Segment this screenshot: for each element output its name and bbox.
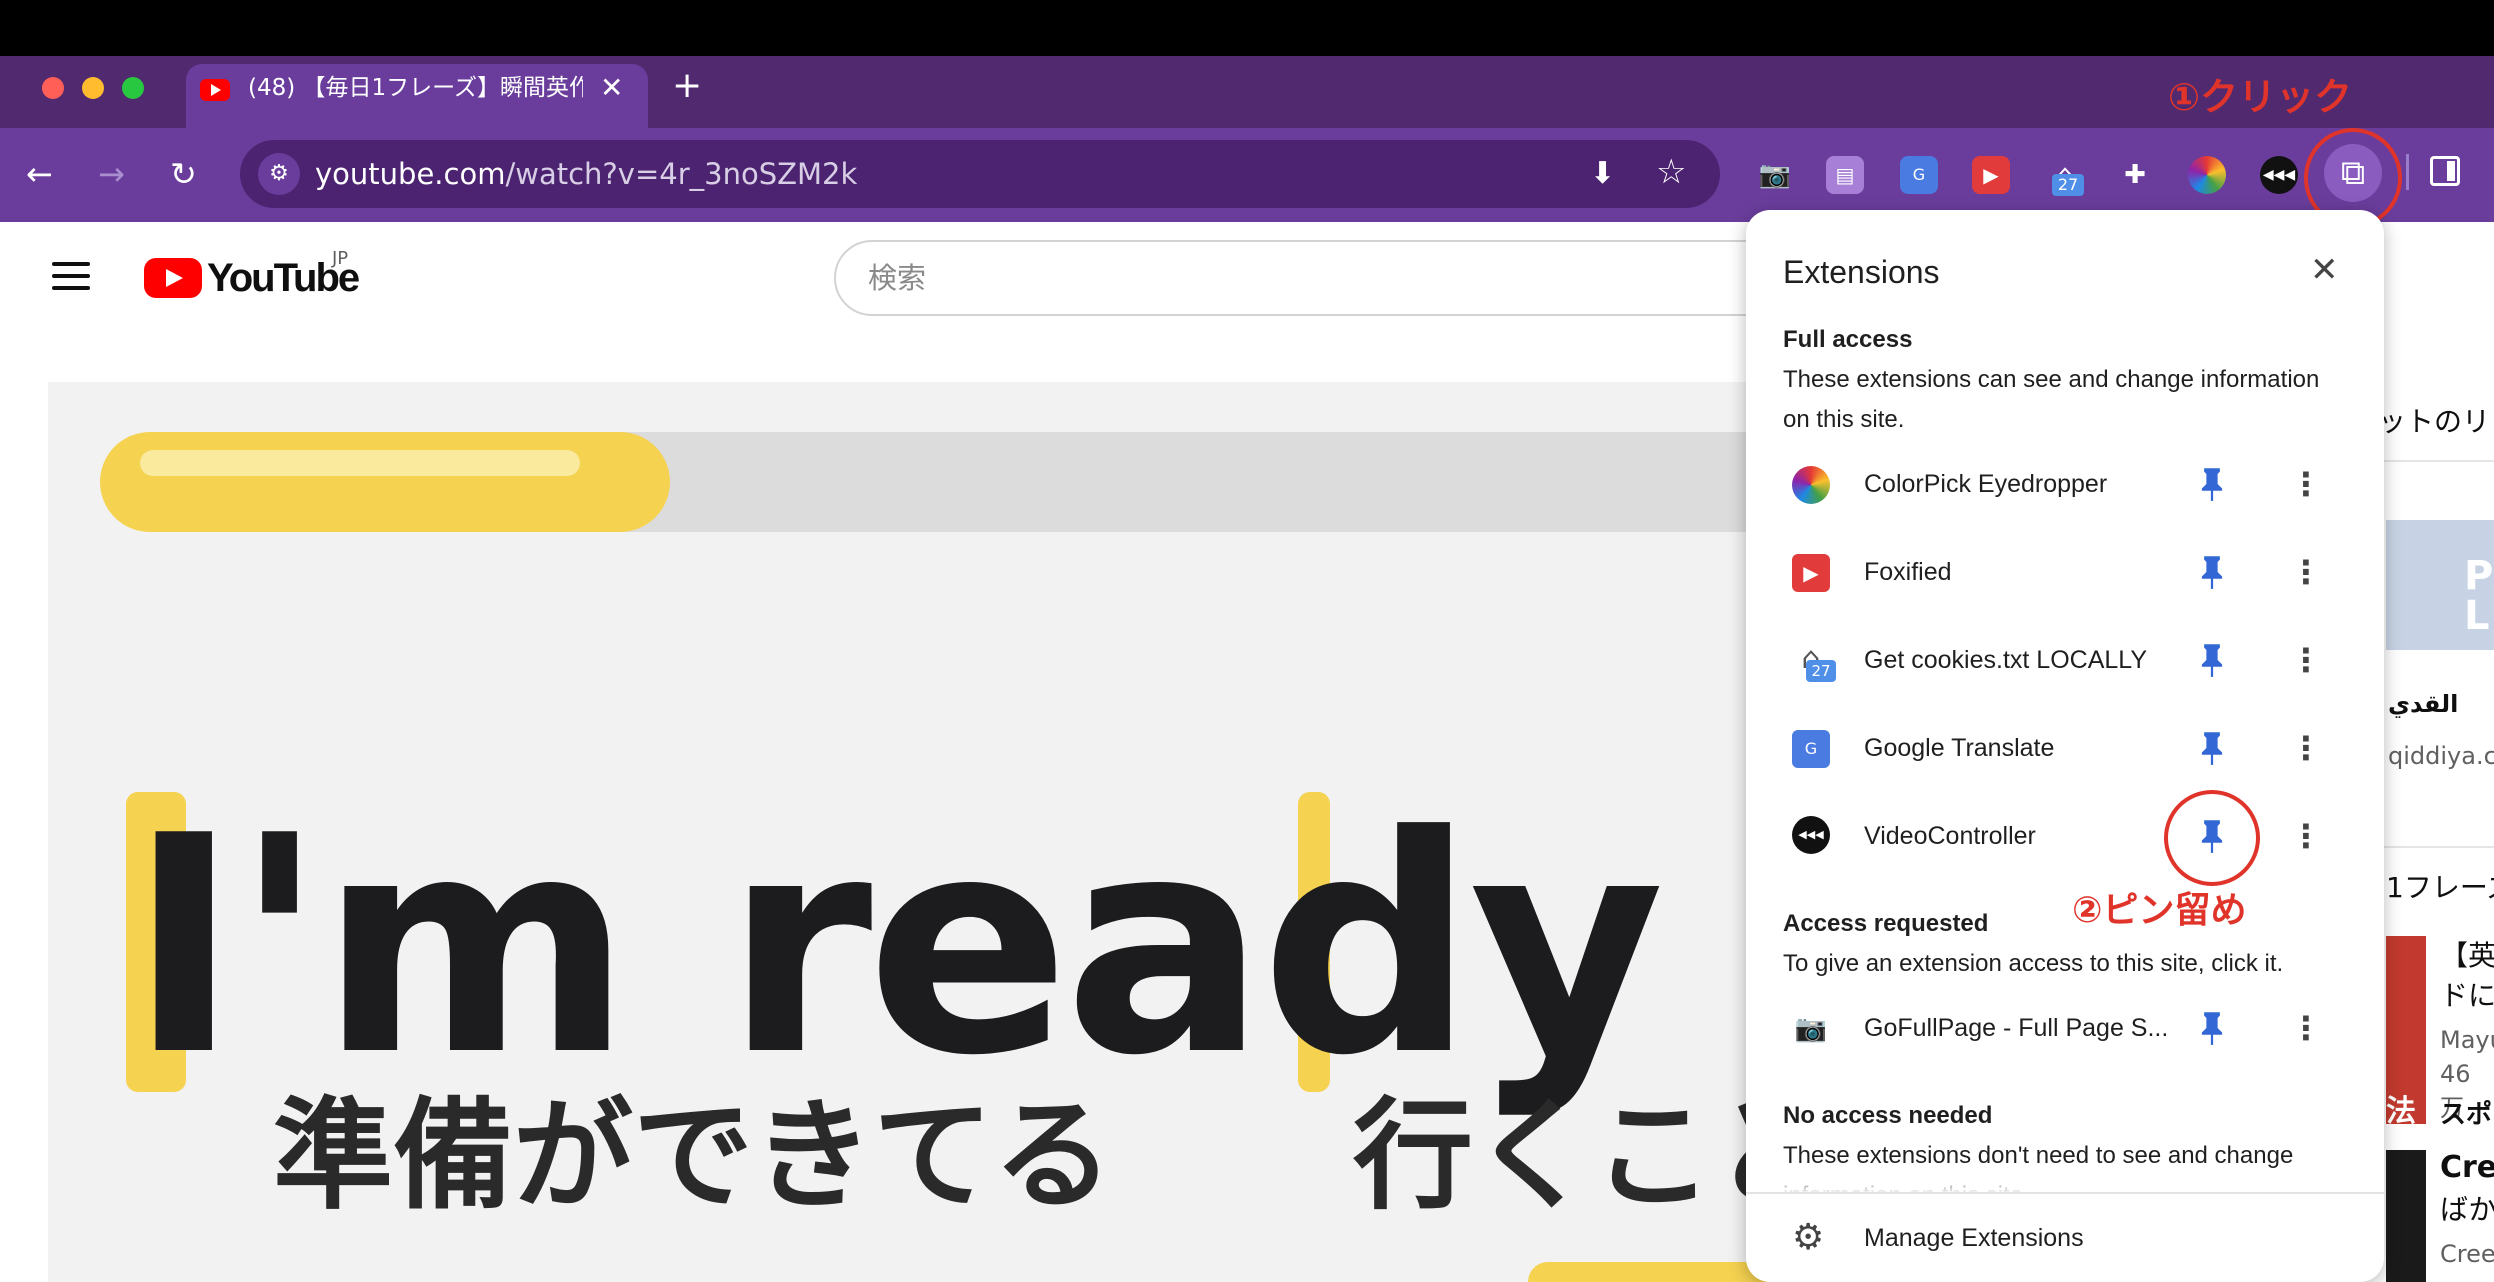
forward-button[interactable]: → — [98, 154, 125, 194]
tab-title: (48) 【毎日1フレーズ】瞬間英作文 — [248, 75, 583, 101]
side-panel-icon[interactable] — [2430, 156, 2460, 186]
sidebar-playlist-heading: 1フレーズ — [2386, 871, 2494, 904]
search-placeholder: 検索 — [868, 261, 927, 295]
videocontroller-icon[interactable]: ◀◀◀ — [2260, 156, 2298, 194]
extension-name[interactable]: VideoController — [1864, 818, 2036, 854]
search-input[interactable] — [834, 240, 1754, 316]
region-code: JP — [332, 248, 349, 269]
youtube-logo-icon[interactable] — [144, 258, 202, 298]
scroll-fade — [1746, 1170, 2384, 1194]
pin-icon[interactable] — [2198, 554, 2226, 590]
sidebar-divider — [2384, 846, 2494, 848]
access-requested-heading: Access requested — [1783, 910, 1989, 937]
video-player[interactable]: I'm ready to g 準備ができてる 行くこと — [48, 382, 1788, 1282]
foxified-icon[interactable]: ▶ — [1972, 156, 2010, 194]
video-english-caption: I'm ready to g — [128, 772, 1788, 1121]
related-video-title[interactable]: Cree — [2440, 1150, 2494, 1185]
gear-icon[interactable]: ⚙ — [1792, 1218, 1824, 1258]
thumbnail-caption: 法 — [2386, 1094, 2416, 1129]
sidebar-divider — [2384, 460, 2494, 462]
ad-title[interactable]: القدي — [2388, 690, 2458, 718]
extension-name[interactable]: GoFullPage - Full Page S... — [1864, 1010, 2168, 1046]
pin-icon[interactable] — [2198, 1010, 2226, 1046]
access-requested-description: To give an extension access to this site… — [1783, 950, 2284, 977]
video-thumbnail[interactable] — [2386, 1150, 2426, 1282]
more-options-icon[interactable]: ⋮ — [2290, 554, 2322, 590]
colorpick-icon[interactable] — [2188, 156, 2226, 194]
more-options-icon[interactable]: ⋮ — [2290, 818, 2322, 854]
videocontroller-icon: ◀◀◀ — [1792, 816, 1830, 854]
extension-name[interactable]: ColorPick Eyedropper — [1864, 466, 2107, 502]
extension-name[interactable]: Foxified — [1864, 554, 1952, 590]
window-zoom-button[interactable] — [122, 77, 144, 99]
site-info-icon[interactable]: ⚙ — [258, 153, 300, 195]
extension-name[interactable]: Google Translate — [1864, 730, 2054, 766]
full-access-description: These extensions can see and change info… — [1783, 366, 2320, 433]
more-options-icon[interactable]: ⋮ — [2290, 466, 2322, 502]
related-video-channel: Mayu — [2440, 1026, 2494, 1054]
youtube-favicon-icon — [200, 79, 230, 101]
bookmark-star-icon[interactable]: ☆ — [1656, 152, 1686, 192]
footer-divider — [1746, 1192, 2384, 1194]
extensions-menu-title: Extensions — [1783, 254, 1940, 290]
no-access-heading: No access needed — [1783, 1102, 1993, 1129]
back-button[interactable]: ← — [26, 154, 53, 194]
video-japanese-caption-left: 準備ができてる — [273, 1087, 1113, 1226]
new-tab-button[interactable]: + — [672, 66, 702, 106]
google-translate-icon[interactable]: G — [1900, 156, 1938, 194]
google-translate-icon: G — [1792, 730, 1830, 768]
more-options-icon[interactable]: ⋮ — [2290, 730, 2322, 766]
video-japanese-caption-right: 行くこと — [1353, 1087, 1788, 1226]
related-video-badge: スポ — [2440, 1100, 2493, 1130]
colorpick-icon — [1792, 466, 1830, 504]
sidebar-chip[interactable]: ットのリ — [2378, 400, 2490, 440]
install-app-icon[interactable]: ⬇ — [1590, 156, 1615, 192]
more-options-icon[interactable]: ⋮ — [2290, 642, 2322, 678]
related-video-title[interactable]: 【英 ドに — [2440, 936, 2494, 1016]
screenshot-tool-icon[interactable]: ▤ — [1826, 156, 1864, 194]
menu-icon[interactable] — [52, 262, 90, 290]
gofullpage-camera-icon[interactable]: 📷 — [1756, 156, 1794, 194]
tab-close-icon[interactable]: ✕ — [600, 68, 623, 108]
window-minimize-button[interactable] — [82, 77, 104, 99]
close-icon[interactable]: ✕ — [2310, 248, 2339, 292]
annotation-circle-pin — [2164, 790, 2260, 886]
manage-extensions-button[interactable]: Manage Extensions — [1864, 1220, 2084, 1256]
extension-badge: 27 — [2052, 174, 2084, 196]
reload-button[interactable]: ↻ — [170, 154, 197, 194]
toolbar-divider — [2406, 154, 2409, 190]
foxified-icon: ▶ — [1792, 554, 1830, 592]
more-options-icon[interactable]: ⋮ — [2290, 1010, 2322, 1046]
extension-name[interactable]: Get cookies.txt LOCALLY — [1864, 642, 2147, 678]
related-video-channel: Creep — [2440, 1240, 2494, 1268]
full-access-heading: Full access — [1783, 326, 1913, 353]
related-video-subtitle: ばか — [2440, 1193, 2494, 1226]
annotation-step2-label: ②ピン留め — [2072, 890, 2247, 931]
video-graphic-pill — [100, 432, 670, 532]
sparkle-extension-icon[interactable]: ✚ — [2116, 156, 2154, 194]
extension-badge: 27 — [1806, 660, 1836, 682]
window-close-button[interactable] — [42, 77, 64, 99]
ad-thumbnail-text: P L — [2464, 553, 2494, 639]
ad-domain: qiddiya.co — [2388, 742, 2494, 770]
pin-icon[interactable] — [2198, 642, 2226, 678]
pin-icon[interactable] — [2198, 466, 2226, 502]
url-text[interactable]: youtube.com/watch?v=4r_3noSZM2k — [315, 152, 857, 196]
camera-icon: 📷 — [1794, 1014, 1828, 1044]
annotation-step1-label: ①クリック — [2168, 75, 2353, 119]
pin-icon[interactable] — [2198, 730, 2226, 766]
